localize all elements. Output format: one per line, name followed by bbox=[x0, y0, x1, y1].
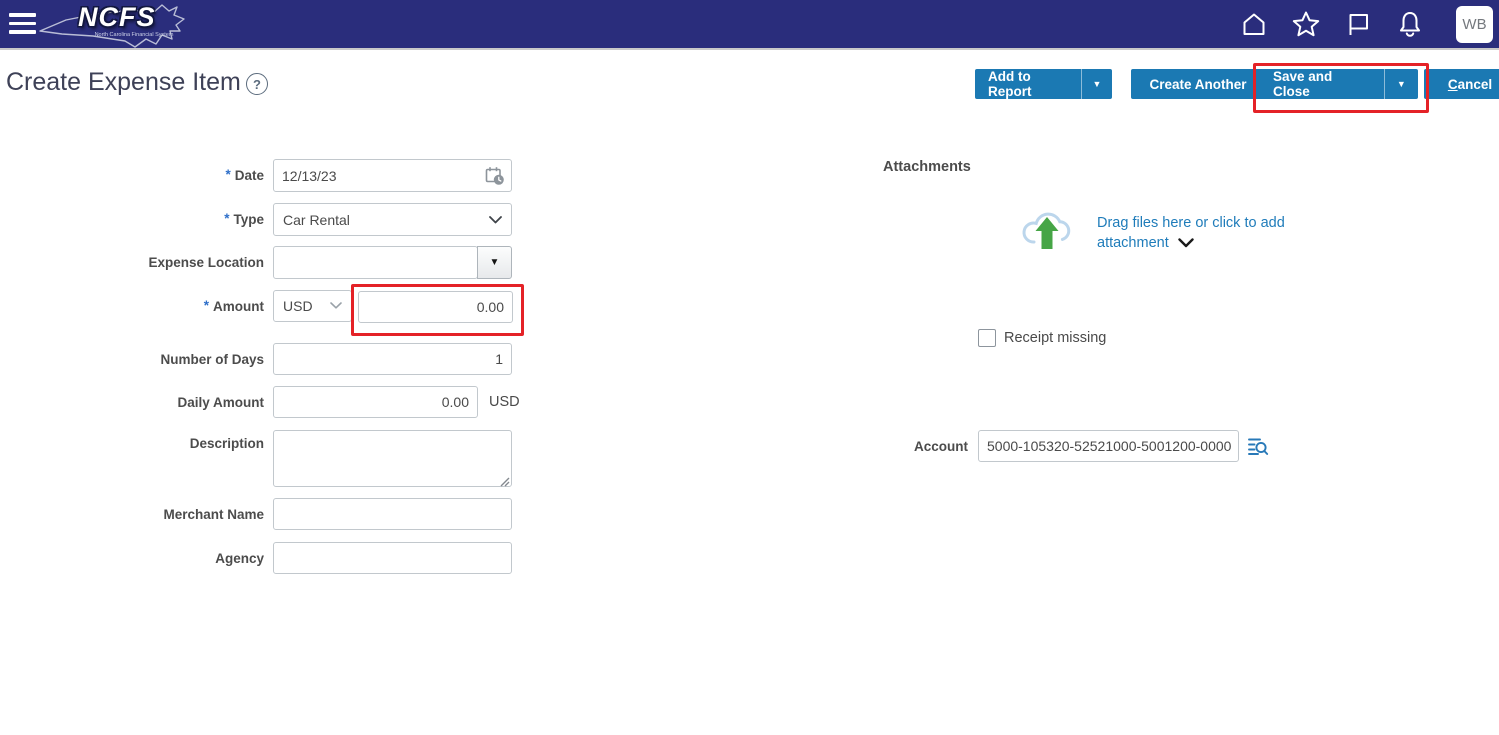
receipt-missing-label: Receipt missing bbox=[1004, 329, 1106, 348]
date-input[interactable] bbox=[273, 159, 512, 192]
label-text: Expense Location bbox=[148, 255, 264, 270]
type-field-label: * Type bbox=[0, 203, 264, 236]
expense-location-input[interactable] bbox=[273, 246, 478, 279]
amount-input[interactable] bbox=[358, 291, 513, 323]
description-textarea[interactable] bbox=[273, 430, 512, 487]
type-select-value: Car Rental bbox=[283, 212, 350, 228]
logo-tagline: North Carolina Financial System bbox=[82, 32, 186, 38]
label-text: Agency bbox=[215, 551, 264, 566]
upload-cloud-icon bbox=[1019, 205, 1077, 257]
chevron-down-icon bbox=[489, 216, 502, 224]
amount-currency-value: USD bbox=[283, 298, 313, 314]
required-marker: * bbox=[225, 167, 230, 182]
label-text: Daily Amount bbox=[177, 395, 264, 410]
amount-currency-select[interactable]: USD bbox=[273, 290, 352, 322]
daily-amount-field-label: Daily Amount bbox=[0, 386, 264, 419]
notifications-bell-icon[interactable] bbox=[1395, 9, 1425, 39]
required-marker: * bbox=[204, 298, 209, 313]
cancel-label: Cancel bbox=[1448, 77, 1492, 92]
add-to-report-button[interactable]: Add to Report ▼ bbox=[975, 69, 1112, 99]
user-avatar[interactable]: WB bbox=[1456, 6, 1493, 43]
expense-location-field-label: Expense Location bbox=[0, 246, 264, 279]
agency-input[interactable] bbox=[273, 542, 512, 574]
attachments-section-label: Attachments bbox=[883, 159, 971, 175]
merchant-name-input[interactable] bbox=[273, 498, 512, 530]
home-icon[interactable] bbox=[1239, 9, 1269, 39]
receipt-missing-checkbox[interactable] bbox=[978, 329, 996, 347]
add-to-report-dropdown-arrow-icon[interactable]: ▼ bbox=[1081, 69, 1112, 99]
save-and-close-label: Save and Close bbox=[1260, 69, 1384, 99]
dropdown-arrow-icon: ▼ bbox=[490, 257, 500, 268]
ncfs-logo[interactable]: NCFS North Carolina Financial System bbox=[38, 0, 188, 49]
label-text: Number of Days bbox=[160, 352, 264, 367]
hamburger-menu-icon[interactable] bbox=[9, 13, 36, 36]
description-field-label: Description bbox=[0, 430, 264, 452]
logo-acronym: NCFS bbox=[78, 2, 156, 33]
expense-location-dropdown-button[interactable]: ▼ bbox=[477, 246, 512, 279]
label-text: Account bbox=[914, 439, 968, 454]
agency-field-label: Agency bbox=[0, 542, 264, 575]
daily-amount-currency-suffix: USD bbox=[489, 386, 520, 419]
label-text: Type bbox=[233, 212, 264, 227]
resize-handle-icon[interactable] bbox=[500, 474, 510, 492]
chevron-down-icon bbox=[330, 302, 342, 309]
save-and-close-button[interactable]: Save and Close ▼ bbox=[1260, 69, 1418, 99]
calendar-clock-icon[interactable] bbox=[484, 165, 505, 191]
attachment-options-chevron-icon[interactable] bbox=[1178, 235, 1194, 255]
flag-icon[interactable] bbox=[1343, 9, 1373, 39]
page-title: Create Expense Item bbox=[6, 68, 241, 97]
attachment-drop-text-block[interactable]: Drag files here or click to add attachme… bbox=[1097, 214, 1297, 253]
account-input[interactable] bbox=[978, 430, 1239, 462]
create-expense-item-screen: NCFS North Carolina Financial System WB … bbox=[0, 0, 1499, 735]
favorites-star-icon[interactable] bbox=[1291, 9, 1321, 39]
label-text: Amount bbox=[213, 299, 264, 314]
cancel-button[interactable]: Cancel bbox=[1424, 69, 1499, 99]
type-select[interactable]: Car Rental bbox=[273, 203, 512, 236]
number-of-days-field-label: Number of Days bbox=[0, 343, 264, 376]
required-marker: * bbox=[224, 211, 229, 226]
date-field-label: * Date bbox=[0, 159, 264, 192]
add-to-report-label: Add to Report bbox=[975, 69, 1081, 99]
account-field-label: Account bbox=[804, 430, 968, 463]
label-text: Description bbox=[190, 436, 264, 451]
label-text: Date bbox=[235, 168, 264, 183]
number-of-days-input[interactable] bbox=[273, 343, 512, 375]
merchant-name-field-label: Merchant Name bbox=[0, 498, 264, 531]
account-search-icon[interactable] bbox=[1246, 435, 1269, 463]
app-header: NCFS North Carolina Financial System WB bbox=[0, 0, 1499, 50]
help-icon[interactable]: ? bbox=[246, 73, 268, 95]
attachment-drop-zone[interactable]: Drag files here or click to add attachme… bbox=[1019, 205, 1309, 261]
create-another-label: Create Another bbox=[1149, 77, 1246, 92]
amount-field-label: * Amount bbox=[0, 290, 264, 323]
create-another-button[interactable]: Create Another bbox=[1131, 69, 1265, 99]
label-text: Merchant Name bbox=[163, 507, 264, 522]
save-and-close-dropdown-arrow-icon[interactable]: ▼ bbox=[1384, 69, 1418, 99]
daily-amount-input[interactable] bbox=[273, 386, 478, 418]
